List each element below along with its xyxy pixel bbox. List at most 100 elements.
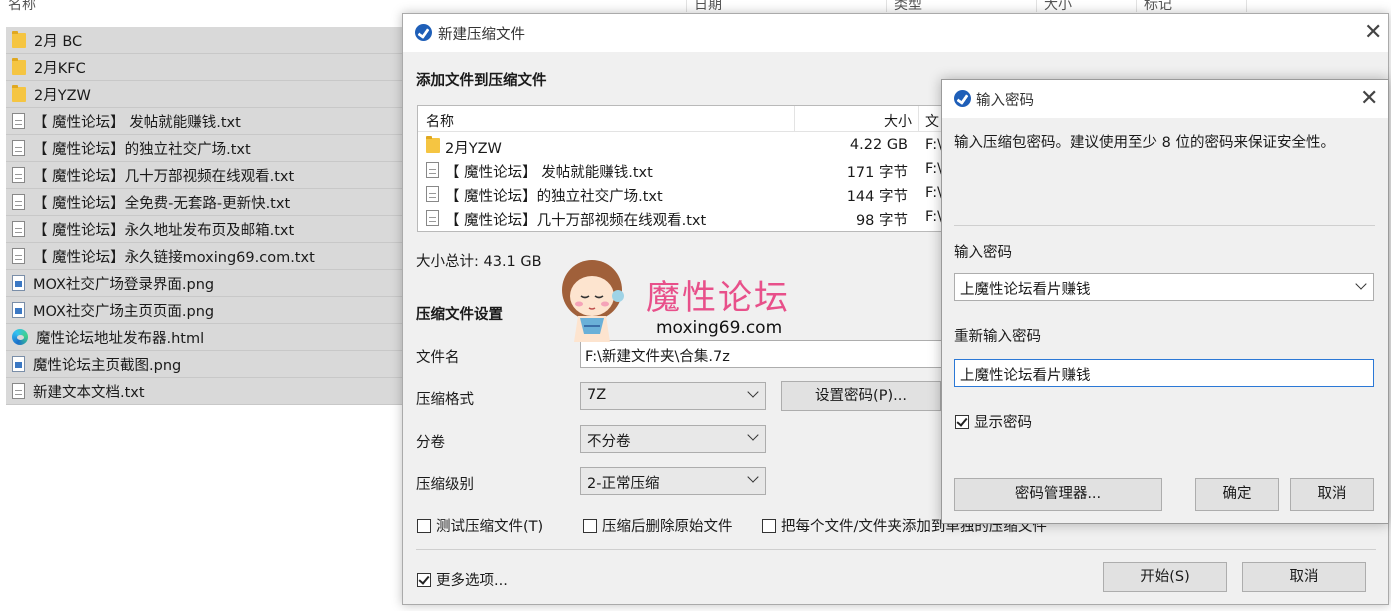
file-list-header-name[interactable]: 名称 [426,111,454,131]
close-icon[interactable]: ✕ [1364,22,1382,44]
file-name: 【 魔性论坛】的独立社交广场.txt [33,141,251,158]
test-archive-checkbox[interactable]: 测试压缩文件(T) [417,515,543,536]
file-row[interactable]: 新建文本文档.txt [6,378,406,405]
format-select[interactable]: 7Z [580,382,766,410]
chevron-down-icon [747,429,759,441]
folder-icon [426,136,440,153]
archive-row-path: F:\ [925,161,942,177]
file-name: 【 魔性论坛】永久地址发布页及邮箱.txt [33,222,295,239]
cancel-button[interactable]: 取消 [1242,562,1366,592]
text-file-icon [12,113,25,129]
file-row[interactable]: 【 魔性论坛】 发帖就能赚钱.txt [6,108,406,135]
file-row[interactable]: 2月 BC [6,27,406,54]
show-password-checkbox[interactable]: 显示密码 [955,411,1032,432]
filename-field[interactable]: F:\新建文件夹\合集.7z [580,340,945,368]
column-header-name[interactable]: 名称 [8,0,36,13]
file-row[interactable]: 【 魔性论坛】永久地址发布页及邮箱.txt [6,216,406,243]
divider [416,549,1376,550]
file-row[interactable]: 【 魔性论坛】永久链接moxing69.com.txt [6,243,406,270]
checkbox-box[interactable] [417,572,431,587]
more-options-label: 更多选项... [436,573,508,589]
archive-row-path: F:\ [925,137,942,153]
file-row[interactable]: 【 魔性论坛】的独立社交广场.txt [6,135,406,162]
reenter-password-label: 重新输入密码 [954,329,1041,345]
file-name: MOX社交广场登录界面.png [33,276,215,293]
column-header-size[interactable]: 大小 [1044,0,1072,13]
start-button[interactable]: 开始(S) [1103,562,1227,592]
chevron-down-icon[interactable] [1355,278,1367,290]
split-label: 分卷 [416,435,445,451]
column-header-type[interactable]: 类型 [894,0,922,13]
text-file-icon [12,383,25,399]
chevron-down-icon [747,386,759,398]
file-row[interactable]: 魔性论坛地址发布器.html [6,324,406,351]
column-separator[interactable] [886,0,887,12]
password-manager-button[interactable]: 密码管理器... [954,478,1162,511]
more-options-checkbox[interactable]: 更多选项... [417,569,508,590]
file-name: 2月KFC [34,60,86,77]
file-row[interactable]: 【 魔性论坛】几十万部视频在线观看.txt [6,162,406,189]
dialog-titlebar[interactable]: 输入密码 ✕ [942,80,1388,118]
column-separator[interactable] [686,0,687,12]
file-name: 【 魔性论坛】全免费-无套路-更新快.txt [33,195,291,212]
column-separator[interactable] [1036,0,1037,12]
split-select[interactable]: 不分卷 [580,425,766,453]
archive-row-name: 【 魔性论坛】 发帖就能赚钱.txt [445,165,653,181]
dialog-title: 输入密码 [976,93,1034,109]
app-logo-icon [415,24,432,41]
section-archive-settings: 压缩文件设置 [416,307,503,323]
password-field-value: 上魔性论坛看片赚钱 [960,282,1091,298]
divider [954,225,1375,226]
checkbox-box[interactable] [417,518,431,533]
text-file-icon [12,140,25,156]
checkbox-box[interactable] [583,518,597,533]
enter-password-dialog: 输入密码 ✕ 输入压缩包密码。建议使用至少 8 位的密码来保证安全性。 输入密码… [941,79,1389,524]
password-field[interactable]: 上魔性论坛看片赚钱 [954,273,1374,301]
dialog-titlebar[interactable]: 新建压缩文件 ✕ [403,14,1388,52]
column-header-tag[interactable]: 标记 [1144,0,1172,13]
password-label: 输入密码 [954,245,1012,261]
archive-row-name: 【 魔性论坛】的独立社交广场.txt [445,189,663,205]
column-header-date[interactable]: 日期 [694,0,722,13]
file-name: 魔性论坛主页截图.png [33,357,182,374]
file-list-header-size[interactable]: 大小 [884,111,912,131]
file-name: 2月 BC [34,33,83,50]
filename-label: 文件名 [416,350,460,366]
checkbox-box[interactable] [955,414,969,429]
column-separator[interactable] [1246,0,1247,12]
ok-button[interactable]: 确定 [1195,478,1279,511]
folder-icon [12,30,26,48]
file-row[interactable]: MOX社交广场登录界面.png [6,270,406,297]
column-separator[interactable] [794,106,795,132]
mascot-girl-image [562,260,624,342]
level-select-value: 2-正常压缩 [587,476,660,492]
close-icon[interactable]: ✕ [1360,88,1378,110]
file-list-header-path[interactable]: 文 [925,111,939,131]
file-name: 【 魔性论坛】永久链接moxing69.com.txt [33,249,315,266]
file-row[interactable]: 魔性论坛主页截图.png [6,351,406,378]
reenter-password-field[interactable]: 上魔性论坛看片赚钱 [954,359,1374,387]
archive-row-size: 98 字节 [855,213,908,229]
section-add-files: 添加文件到压缩文件 [416,73,547,89]
file-row[interactable]: MOX社交广场主页页面.png [6,297,406,324]
file-row[interactable]: 【 魔性论坛】全免费-无套路-更新快.txt [6,189,406,216]
set-password-button[interactable]: 设置密码(P)... [781,381,941,411]
column-separator[interactable] [1136,0,1137,12]
archive-row-size: 171 字节 [846,165,908,181]
archive-row-path: F:\ [925,209,942,225]
level-select[interactable]: 2-正常压缩 [580,467,766,495]
checkbox-box[interactable] [762,518,776,533]
file-row[interactable]: 2月YZW [6,81,406,108]
text-file-icon [12,167,25,183]
cancel-button[interactable]: 取消 [1290,478,1374,511]
level-label: 压缩级别 [416,477,474,493]
delete-after-checkbox[interactable]: 压缩后删除原始文件 [583,515,733,536]
archive-row-size: 4.22 GB [849,137,908,153]
total-size-label: 大小总计: 43.1 GB [416,254,542,270]
file-name: 新建文本文档.txt [33,384,145,401]
archive-row-path: F:\ [925,185,942,201]
text-file-icon [426,162,439,178]
column-separator[interactable] [918,106,919,132]
text-file-icon [426,210,439,226]
file-row[interactable]: 2月KFC [6,54,406,81]
